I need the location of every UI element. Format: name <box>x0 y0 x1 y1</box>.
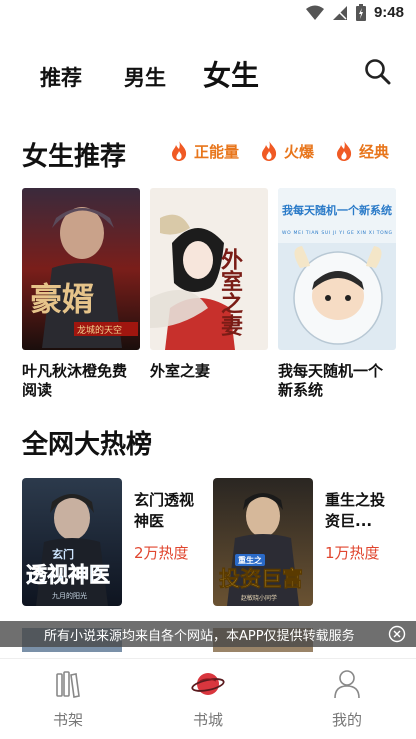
hot-list-title: 全网大热榜 <box>22 430 153 460</box>
tag-label: 正能量 <box>194 142 240 161</box>
book-name: 玄门透视神医 <box>134 491 195 530</box>
book-name: 叶凡秋沐橙免费阅读 <box>22 362 128 399</box>
cover-top: 玄门 <box>52 547 74 561</box>
book-card[interactable]: 豪婿 龙城的天空 叶凡秋沐橙免费阅读 <box>22 188 140 400</box>
book-cover: 我每天随机一个新系统 WO MEI TIAN SUI JI YI GE XIN … <box>278 188 396 350</box>
tab-female[interactable]: 女生 <box>203 54 259 94</box>
book-card[interactable]: 我每天随机一个新系统 WO MEI TIAN SUI JI YI GE XIN … <box>278 188 396 400</box>
bookshelf-icon <box>56 671 80 698</box>
book-cover: 外室之妻 <box>150 188 268 350</box>
tab-recommend[interactable]: 推荐 <box>40 62 82 92</box>
battery-icon <box>355 4 366 21</box>
status-icons: 9:48 <box>305 4 404 21</box>
book-name: 外室之妻 <box>150 362 211 380</box>
cover-title: 投资巨富 <box>219 567 303 591</box>
recommend-tags: 正能量 火爆 经典 <box>170 140 410 170</box>
close-icon[interactable] <box>388 625 406 643</box>
cover-top: 重生之 <box>238 555 262 565</box>
tag-label: 火爆 <box>284 142 315 161</box>
book-card[interactable]: 外室之妻 外室之妻 <box>150 188 268 381</box>
bottom-nav: 书架 书城 我的 <box>0 658 416 739</box>
nav-profile[interactable]: 我的 <box>307 667 387 730</box>
search-icon[interactable] <box>364 58 392 86</box>
heat-label: 2万热度 <box>134 544 189 562</box>
planet-icon <box>191 673 225 695</box>
tab-male[interactable]: 男生 <box>124 62 166 92</box>
cover-author: 龙城的天空 <box>77 324 122 336</box>
book-name: 重生之投资巨... <box>325 491 386 530</box>
signal-icon <box>332 5 347 20</box>
nav-bookstore[interactable]: 书城 <box>168 667 248 730</box>
cover-subtitle: WO MEI TIAN SUI JI YI GE XIN XI TONG <box>282 230 393 236</box>
cover-title: 透视神医 <box>26 563 110 587</box>
nav-label: 我的 <box>331 711 362 729</box>
nav-bookshelf[interactable]: 书架 <box>28 667 108 730</box>
cover-author: 赵敏晓小同学 <box>241 594 277 602</box>
cover-title: 外室之妻 <box>217 247 243 336</box>
flame-icon <box>172 141 187 161</box>
hot-list-item[interactable]: 玄门 透视神医 九月的阳光 玄门透视神医 2万热度 <box>22 478 202 606</box>
book-cover: 玄门 透视神医 九月的阳光 <box>22 478 122 606</box>
cover-title: 我每天随机一个新系统 <box>282 203 392 217</box>
hot-list-item[interactable]: 重生之 投资巨富 赵敏晓小同学 重生之投资巨... 1万热度 <box>213 478 393 606</box>
tag-label: 经典 <box>359 142 390 161</box>
recommend-section-title: 女生推荐 <box>22 142 127 172</box>
tag-popular[interactable]: 火爆 <box>260 140 314 162</box>
profile-icon <box>334 670 360 699</box>
disclaimer-banner: 所有小说来源均来自各个网站，本APP仅提供转载服务 <box>0 621 416 647</box>
book-cover: 豪婿 龙城的天空 <box>22 188 140 350</box>
heat-label: 1万热度 <box>325 544 380 562</box>
disclaimer-text: 所有小说来源均来自各个网站，本APP仅提供转载服务 <box>44 629 355 644</box>
top-tabs: 推荐 男生 女生 <box>0 48 416 98</box>
wifi-icon <box>305 5 324 20</box>
nav-label: 书架 <box>52 711 83 729</box>
book-name: 我每天随机一个新系统 <box>278 362 384 399</box>
flame-icon <box>337 141 352 161</box>
status-time: 9:48 <box>373 4 404 21</box>
status-bar: 9:48 <box>0 0 416 30</box>
nav-label: 书城 <box>192 711 223 729</box>
book-cover: 重生之 投资巨富 赵敏晓小同学 <box>213 478 313 606</box>
tag-classic[interactable]: 经典 <box>335 140 389 162</box>
cover-title: 豪婿 <box>30 280 94 318</box>
flame-icon <box>262 141 277 161</box>
cover-author: 九月的阳光 <box>52 591 87 600</box>
tag-positive-energy[interactable]: 正能量 <box>170 140 239 162</box>
